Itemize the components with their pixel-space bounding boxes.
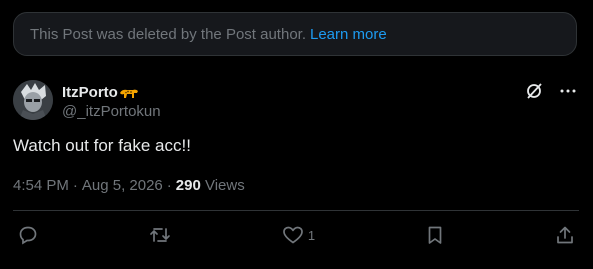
post-time[interactable]: 4:54 PM bbox=[13, 177, 69, 194]
bookmark-icon bbox=[426, 225, 444, 245]
grok-icon[interactable] bbox=[523, 80, 545, 102]
like-count: 1 bbox=[307, 227, 316, 243]
display-name-text: ItzPorto bbox=[62, 84, 118, 101]
avatar[interactable] bbox=[13, 80, 53, 120]
post-top-actions bbox=[523, 80, 579, 102]
author-handle[interactable]: @_itzPortokun bbox=[62, 102, 161, 122]
deleted-post-notice: This Post was deleted by the Post author… bbox=[13, 12, 577, 56]
repost-icon bbox=[149, 225, 171, 245]
leopard-emoji-icon bbox=[119, 86, 139, 100]
divider bbox=[13, 210, 579, 211]
deleted-notice-text: This Post was deleted by the Post author… bbox=[30, 25, 306, 43]
post-date[interactable]: Aug 5, 2026 bbox=[82, 177, 163, 194]
repost-button[interactable] bbox=[149, 225, 171, 245]
more-options-icon[interactable] bbox=[557, 80, 579, 102]
post-text: Watch out for fake acc!! bbox=[13, 136, 191, 155]
views-label: Views bbox=[204, 177, 245, 194]
post-meta: 4:54 PM · Aug 5, 2026 · 290 Views bbox=[13, 177, 245, 194]
post-header: ItzPorto @_itzPortokun bbox=[13, 78, 579, 122]
heart-icon bbox=[282, 225, 304, 245]
meta-separator: · bbox=[166, 177, 172, 194]
like-button[interactable]: 1 bbox=[282, 225, 315, 245]
views-count: 290 bbox=[175, 177, 201, 194]
reply-button[interactable] bbox=[18, 225, 38, 245]
author-name-block: ItzPorto @_itzPortokun bbox=[62, 84, 161, 122]
meta-separator: · bbox=[72, 177, 78, 194]
post-action-bar: 1 bbox=[18, 222, 575, 248]
share-button[interactable] bbox=[555, 225, 575, 245]
bookmark-button[interactable] bbox=[426, 225, 444, 245]
learn-more-link[interactable]: Learn more bbox=[310, 26, 387, 43]
reply-icon bbox=[18, 225, 38, 245]
share-icon bbox=[555, 225, 575, 245]
author-display-name[interactable]: ItzPorto bbox=[62, 84, 161, 102]
